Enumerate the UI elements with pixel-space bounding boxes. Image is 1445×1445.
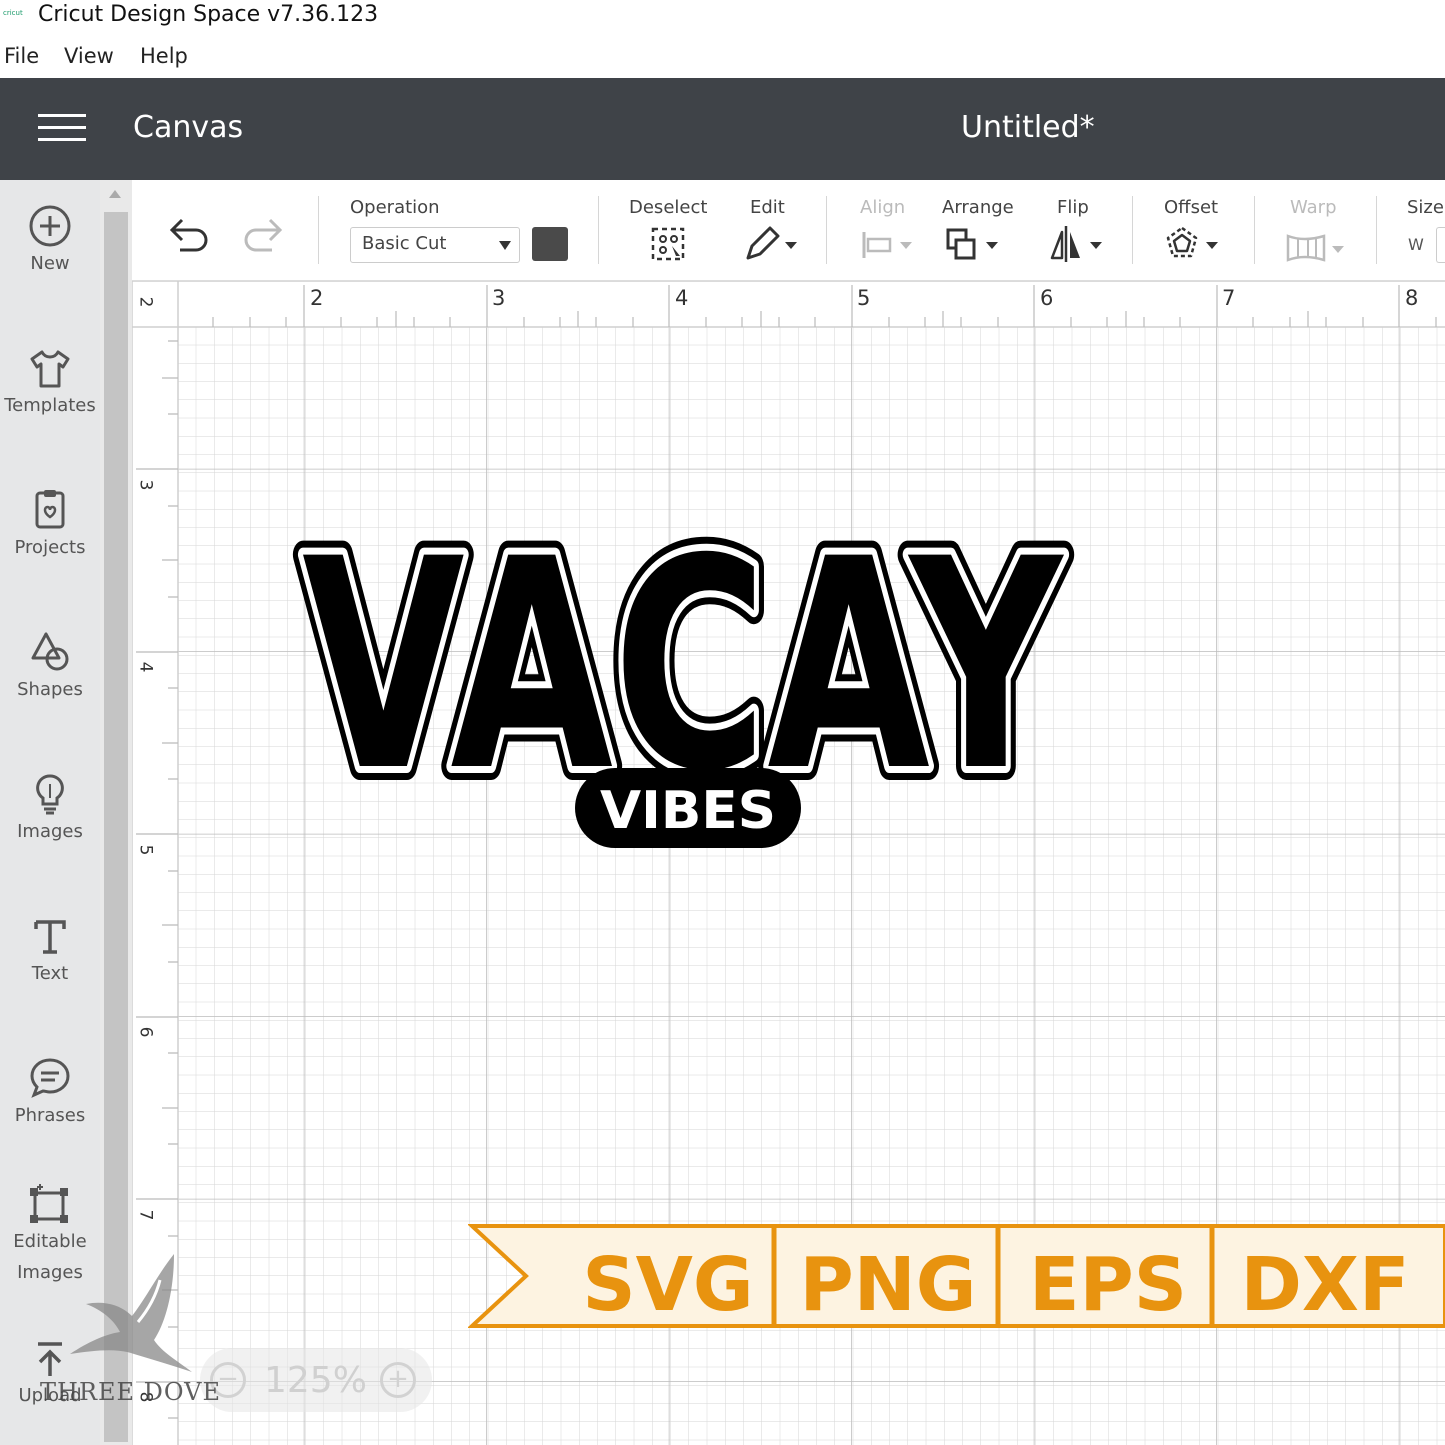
warp-label: Warp <box>1290 197 1337 218</box>
ruler-v-label: 5 <box>135 844 156 856</box>
plus-circle-icon <box>29 205 71 247</box>
sidebar-item-projects[interactable]: Projects <box>0 488 100 564</box>
projects-icon <box>35 490 65 529</box>
ruler-h-label: 2 <box>310 286 324 310</box>
sidebar-label: Phrases <box>14 1105 86 1126</box>
text-icon <box>34 920 66 954</box>
operation-value: Basic Cut <box>362 233 447 254</box>
document-title[interactable]: Untitled* <box>961 110 1095 145</box>
editable-image-icon <box>30 1184 68 1223</box>
chevron-down-icon <box>499 241 511 250</box>
sidebar-label: New <box>30 253 70 274</box>
toolbar-separator <box>318 196 319 264</box>
align-label: Align <box>860 197 906 218</box>
ruler-v-label: 3 <box>135 479 156 491</box>
menu-view[interactable]: View <box>64 44 114 68</box>
arrange-label: Arrange <box>942 197 1014 218</box>
app-icon: cricut <box>3 9 23 17</box>
sidebar-label: Shapes <box>17 679 83 700</box>
ruler-h-label: 3 <box>492 286 506 310</box>
ruler-v-label: 4 <box>135 661 156 673</box>
speech-bubble-icon <box>30 1058 70 1098</box>
ruler-v-label: 6 <box>135 1026 156 1038</box>
deselect-label: Deselect <box>629 197 708 218</box>
sidebar-item-phrases[interactable]: Phrases <box>0 1056 100 1132</box>
operation-select[interactable]: Basic Cut <box>350 227 520 263</box>
lightbulb-icon <box>36 774 64 815</box>
edit-toolbar: Operation Basic Cut Deselect Edit Align … <box>132 180 1445 281</box>
zoom-level: 125% <box>264 1360 367 1401</box>
deselect-icon[interactable] <box>650 226 688 264</box>
format-eps: EPS <box>1029 1242 1187 1328</box>
toolbar-separator <box>826 196 827 264</box>
format-png: PNG <box>800 1242 977 1328</box>
ruler-h-label: 6 <box>1040 286 1054 310</box>
sidebar-label: Templates <box>4 395 96 416</box>
warp-icon <box>1286 234 1344 262</box>
flip-label: Flip <box>1057 197 1089 218</box>
offset-label: Offset <box>1164 197 1219 218</box>
vibes-text: VIBES <box>600 781 776 841</box>
format-dxf: DXF <box>1240 1242 1409 1328</box>
sidebar-label: Images <box>17 821 83 842</box>
sidebar-item-shapes[interactable]: Shapes <box>0 630 100 706</box>
ruler-v-label: 7 <box>135 1209 156 1221</box>
sidebar-item-templates[interactable]: Templates <box>0 346 100 422</box>
toolbar-separator <box>1376 196 1377 264</box>
ruler-corner-label: 2 <box>135 296 156 308</box>
menu-file[interactable]: File <box>4 44 39 68</box>
sidebar-item-images[interactable]: Images <box>0 772 100 848</box>
size-width-input[interactable] <box>1436 227 1445 263</box>
header-section-title: Canvas <box>133 110 244 145</box>
shapes-icon <box>31 632 69 671</box>
offset-icon[interactable] <box>1164 224 1224 264</box>
arrange-icon[interactable] <box>944 224 1004 264</box>
ruler-h-label: 4 <box>675 286 689 310</box>
ruler-h-label: 7 <box>1222 286 1236 310</box>
file-format-banner: SVG PNG EPS DXF <box>468 1224 1445 1328</box>
ruler-h-label: 8 <box>1405 286 1419 310</box>
ruler-h-label: 5 <box>857 286 871 310</box>
operation-label: Operation <box>350 197 440 218</box>
hamburger-menu-icon[interactable] <box>38 114 86 144</box>
edit-label: Edit <box>750 197 785 218</box>
redo-icon[interactable] <box>242 216 286 252</box>
size-width-label: W <box>1408 235 1424 254</box>
dove-watermark-logo <box>70 1254 192 1372</box>
menu-help[interactable]: Help <box>140 44 188 68</box>
toolbar-separator <box>1132 196 1133 264</box>
format-svg: SVG <box>582 1242 753 1328</box>
zoom-in-button[interactable]: + <box>380 1362 416 1398</box>
flip-icon[interactable] <box>1048 224 1108 264</box>
edit-pencil-icon[interactable] <box>742 226 800 264</box>
watermark-text: THREE DOVE <box>40 1378 222 1406</box>
toolbar-separator <box>1254 196 1255 264</box>
horizontal-ruler <box>132 281 1445 327</box>
tshirt-icon <box>30 350 70 388</box>
undo-icon[interactable] <box>166 216 210 252</box>
operation-color-swatch[interactable] <box>532 227 568 261</box>
sidebar-label: Text <box>31 963 69 984</box>
sidebar-item-new[interactable]: New <box>0 204 100 280</box>
sidebar-label: Projects <box>14 537 86 558</box>
toolbar-separator <box>598 196 599 264</box>
scroll-up-arrow-icon[interactable] <box>109 190 121 198</box>
size-label: Size <box>1407 197 1444 218</box>
align-icon <box>862 232 912 258</box>
window-titlebar: cricut Cricut Design Space v7.36.123 <box>0 0 1445 34</box>
sidebar-item-text[interactable]: Text <box>0 914 100 990</box>
vacay-design[interactable]: VACAY VACAY VACAY VIBES <box>290 470 1090 870</box>
window-title: Cricut Design Space v7.36.123 <box>38 2 379 27</box>
